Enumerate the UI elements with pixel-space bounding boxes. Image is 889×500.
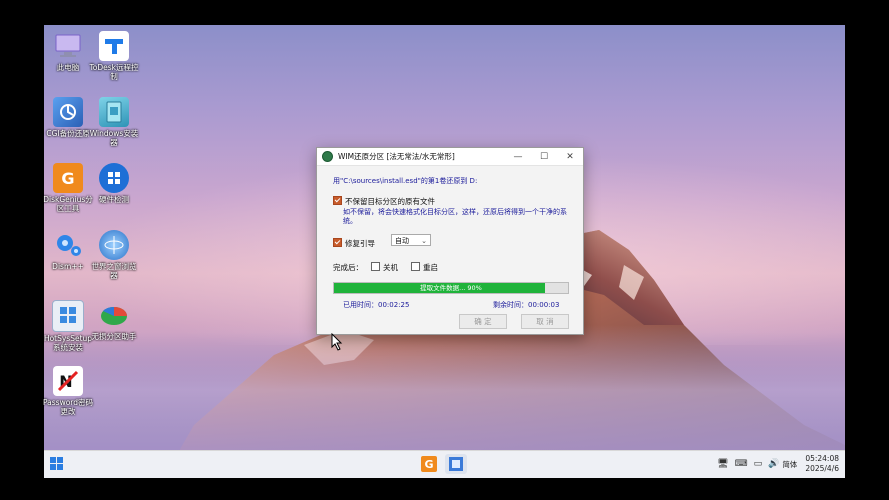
- desktop-icon-cgi[interactable]: CGI备份还原: [42, 97, 94, 138]
- computer-icon: [53, 31, 83, 61]
- taskbar: G 🖥 ⌨ ▭ 🔊 简体 05:24:08 2025/4/6: [44, 450, 845, 478]
- source-line: 用"C:\sources\install.esd"的第1卷还原到 D:: [333, 177, 478, 185]
- desktop-icon-windows-installer[interactable]: Windows安装器: [88, 97, 140, 147]
- desktop-icon-label: 硬件检测: [99, 195, 129, 204]
- partition-icon: [99, 300, 129, 330]
- display-icon[interactable]: ▭: [754, 459, 763, 469]
- clock-date: 2025/4/6: [805, 464, 839, 473]
- browser-icon: [99, 230, 129, 260]
- language-indicator[interactable]: 简体: [782, 459, 797, 470]
- hardware-icon: [99, 163, 129, 193]
- todesk-icon: [99, 31, 129, 61]
- wim-restore-dialog: WIM还原分区 [法无常法/水无常形] — ☐ ✕ 用"C:\sources\i…: [316, 147, 584, 335]
- desktop-icon-label: ToDesk远程控制: [89, 63, 139, 81]
- windows-logo-part: [50, 464, 56, 470]
- setup-icon: [52, 300, 84, 332]
- boot-mode-value: 自动: [395, 237, 409, 245]
- desktop-icon-label: DiskGenius分区工具: [43, 195, 93, 213]
- cgi-icon: [53, 97, 83, 127]
- shutdown-option[interactable]: 关机: [371, 262, 398, 273]
- desktop-icon-label: Password密码更改: [42, 398, 94, 416]
- dialog-titlebar[interactable]: WIM还原分区 [法无常法/水无常形] — ☐ ✕: [317, 148, 583, 166]
- keep-files-option[interactable]: 不保留目标分区的原有文件: [333, 196, 435, 207]
- system-tray: 🖥 ⌨ ▭ 🔊 简体 05:24:08 2025/4/6: [714, 453, 839, 475]
- cloud-layer: [44, 325, 845, 455]
- desktop-icon-partition[interactable]: 无损分区助手: [88, 300, 140, 341]
- repair-boot-checkbox[interactable]: [333, 238, 342, 247]
- keep-files-label: 不保留目标分区的原有文件: [345, 197, 435, 206]
- remaining-time: 剩余时间：00:00:03: [493, 301, 560, 309]
- desktop-icon-todesk[interactable]: ToDesk远程控制: [88, 31, 140, 81]
- start-button[interactable]: [50, 457, 64, 471]
- mouse-cursor-icon: [331, 333, 343, 351]
- svg-text:G: G: [61, 169, 74, 188]
- keep-files-checkbox[interactable]: [333, 196, 342, 205]
- boot-mode-select[interactable]: 自动 ⌄: [391, 234, 431, 246]
- restart-checkbox[interactable]: [411, 262, 420, 271]
- windows-logo-part: [57, 464, 63, 470]
- progress-bar: 提取文件数据... 90%: [333, 282, 569, 294]
- desktop-icon-label: CGI备份还原: [46, 129, 90, 138]
- elapsed-time: 已用时间：00:02:25: [343, 301, 410, 309]
- volume-icon[interactable]: 🔊: [768, 459, 779, 469]
- shutdown-label: 关机: [383, 263, 398, 272]
- taskbar-app-diskgenius[interactable]: G: [418, 454, 440, 474]
- dism-icon: [53, 230, 83, 260]
- repair-boot-option[interactable]: 修复引导: [333, 238, 375, 249]
- desktop-icon-password[interactable]: N Password密码更改: [42, 366, 94, 416]
- after-label: 完成后：: [333, 263, 363, 272]
- svg-text:G: G: [424, 458, 433, 471]
- desktop-icon-label: 世界之窗浏览器: [91, 262, 137, 280]
- minimize-button[interactable]: —: [505, 152, 531, 162]
- dialog-title: WIM还原分区 [法无常法/水无常形]: [338, 152, 455, 161]
- maximize-button[interactable]: ☐: [531, 152, 557, 162]
- windows-logo-icon: [50, 457, 56, 463]
- chevron-down-icon: ⌄: [421, 237, 427, 245]
- desktop-icon-setup[interactable]: HotSysSetup系统安装: [42, 300, 94, 352]
- wim-restore-icon: [449, 457, 463, 471]
- shutdown-checkbox[interactable]: [371, 262, 380, 271]
- keep-files-description: 如不保留，将会快速格式化目标分区，这样，还原后将得到一个干净的系统。: [343, 208, 567, 225]
- desktop-icon-this-pc[interactable]: 此电脑: [42, 31, 94, 72]
- windows-logo-part: [57, 457, 63, 463]
- restart-label: 重启: [423, 263, 438, 272]
- app-icon: [322, 151, 333, 162]
- keyboard-icon[interactable]: ⌨: [735, 459, 748, 469]
- progress-text: 提取文件数据... 90%: [420, 284, 482, 292]
- repair-boot-label: 修复引导: [345, 239, 375, 248]
- desktop-icon-label: HotSysSetup系统安装: [43, 334, 93, 352]
- desktop-icon-label: 无损分区助手: [91, 332, 137, 341]
- network-icon[interactable]: 🖥: [717, 459, 728, 469]
- desktop-icon-dism[interactable]: Dism++: [42, 230, 94, 271]
- desktop-icon-label: Windows安装器: [89, 129, 139, 147]
- diskgenius-icon: G: [53, 163, 83, 193]
- ok-button[interactable]: 确 定: [459, 314, 507, 329]
- clock[interactable]: 05:24:08 2025/4/6: [805, 454, 839, 474]
- desktop-icon-label: Dism++: [52, 262, 84, 271]
- restart-option[interactable]: 重启: [411, 262, 438, 273]
- clock-time: 05:24:08: [805, 454, 839, 463]
- password-icon: N: [53, 366, 83, 396]
- taskbar-app-wim-restore[interactable]: [445, 454, 467, 474]
- windows-installer-icon: [99, 97, 129, 127]
- diskgenius-icon: G: [421, 456, 437, 472]
- desktop-icon-label: 此电脑: [56, 63, 80, 72]
- desktop-icon-hardware[interactable]: 硬件检测: [88, 163, 140, 204]
- cancel-button[interactable]: 取 消: [521, 314, 569, 329]
- desktop-icon-browser[interactable]: 世界之窗浏览器: [88, 230, 140, 280]
- desktop-icon-diskgenius[interactable]: G DiskGenius分区工具: [42, 163, 94, 213]
- close-button[interactable]: ✕: [557, 152, 583, 162]
